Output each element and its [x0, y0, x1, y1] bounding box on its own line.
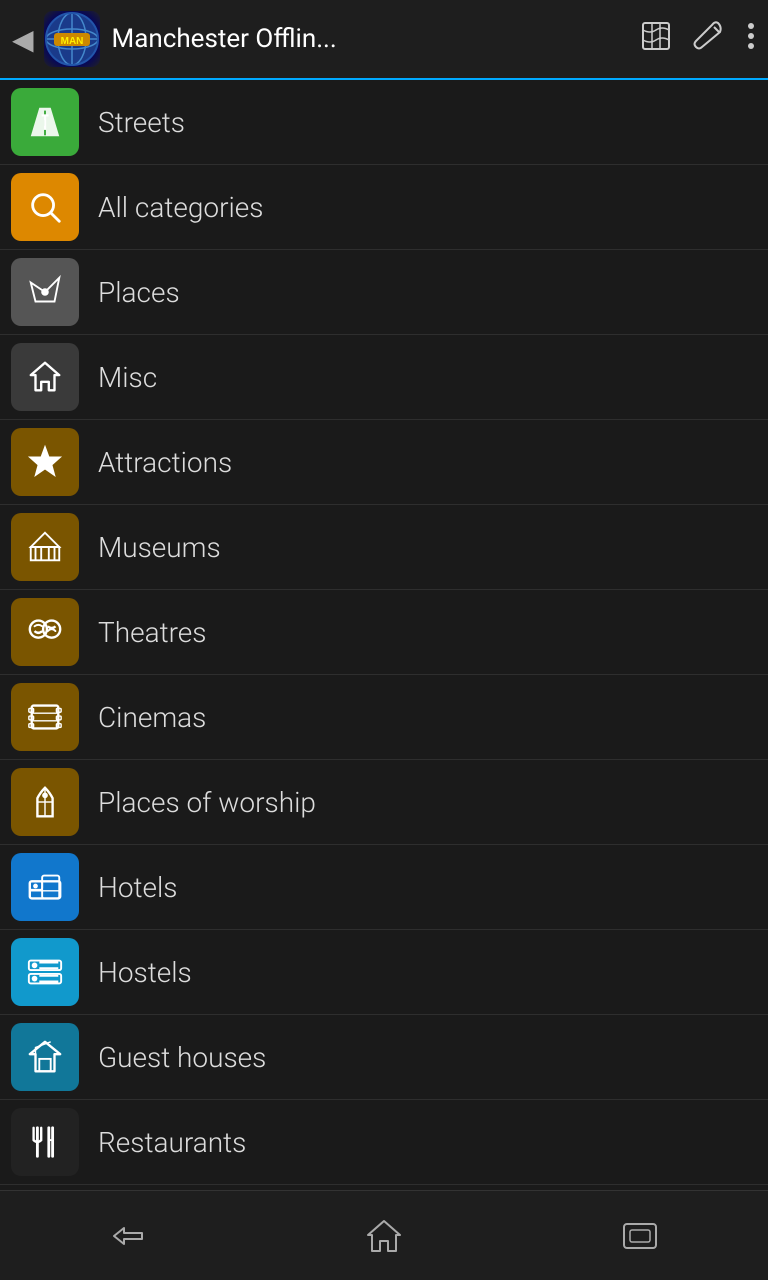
hotel-icon-wrap [0, 845, 90, 930]
more-options-icon[interactable] [746, 21, 756, 58]
menu-item-label-theatres: Theatres [98, 616, 206, 649]
theatre-icon [11, 598, 79, 666]
nav-recent-button[interactable] [600, 1206, 680, 1266]
menu-item-label-streets: Streets [98, 106, 185, 139]
top-bar: ◀ MAN Manchester Offlin... [0, 0, 768, 80]
film-icon [11, 683, 79, 751]
menu-item-cinemas[interactable]: Cinemas [0, 675, 768, 760]
menu-item-label-places: Places [98, 276, 180, 309]
menu-item-label-misc: Misc [98, 361, 157, 394]
worship-icon-wrap [0, 760, 90, 845]
wrench-icon[interactable] [692, 19, 726, 60]
bottom-nav [0, 1190, 768, 1280]
places-icon [11, 258, 79, 326]
hostel-icon [11, 938, 79, 1006]
theatre-icon-wrap [0, 590, 90, 675]
menu-item-hostels[interactable]: Hostels [0, 930, 768, 1015]
places-icon-wrap [0, 250, 90, 335]
svg-text:⊺: ⊺ [40, 112, 51, 135]
hotel-icon [11, 853, 79, 921]
menu-item-label-worship: Places of worship [98, 786, 316, 819]
restaurant-icon [11, 1108, 79, 1176]
map-icon[interactable] [640, 20, 672, 59]
search-icon-wrap [0, 165, 90, 250]
star-icon-wrap [0, 420, 90, 505]
menu-item-places[interactable]: Places [0, 250, 768, 335]
back-arrow-icon[interactable]: ◀ [12, 23, 34, 56]
top-icons [640, 19, 756, 60]
menu-item-label-all_categories: All categories [98, 191, 263, 224]
menu-item-all_categories[interactable]: All categories [0, 165, 768, 250]
menu-item-label-restaurants: Restaurants [98, 1126, 246, 1159]
menu-list: ⊺ Streets All categories Places [0, 80, 768, 1190]
guesthouse-icon-wrap [0, 1015, 90, 1100]
house-icon-wrap [0, 335, 90, 420]
menu-item-label-hostels: Hostels [98, 956, 192, 989]
globe-icon: MAN [44, 11, 100, 67]
nav-back-button[interactable] [88, 1206, 168, 1266]
hostel-icon-wrap [0, 930, 90, 1015]
app-title: Manchester Offlin... [112, 24, 640, 54]
menu-item-attractions[interactable]: Attractions [0, 420, 768, 505]
menu-item-guesthouses[interactable]: Guest houses [0, 1015, 768, 1100]
menu-item-label-guesthouses: Guest houses [98, 1041, 266, 1074]
guesthouse-icon [11, 1023, 79, 1091]
road-icon-wrap: ⊺ [0, 80, 90, 165]
menu-item-hotels[interactable]: Hotels [0, 845, 768, 930]
museum-icon-wrap [0, 505, 90, 590]
menu-item-theatres[interactable]: Theatres [0, 590, 768, 675]
nav-home-button[interactable] [344, 1206, 424, 1266]
menu-item-worship[interactable]: Places of worship [0, 760, 768, 845]
menu-item-museums[interactable]: Museums [0, 505, 768, 590]
menu-item-label-museums: Museums [98, 531, 221, 564]
road-icon: ⊺ [11, 88, 79, 156]
menu-item-streets[interactable]: ⊺ Streets [0, 80, 768, 165]
svg-text:MAN: MAN [60, 36, 83, 47]
worship-icon [11, 768, 79, 836]
house-icon [11, 343, 79, 411]
menu-item-misc[interactable]: Misc [0, 335, 768, 420]
star-icon [11, 428, 79, 496]
film-icon-wrap [0, 675, 90, 760]
restaurant-icon-wrap [0, 1100, 90, 1185]
app-logo: MAN [44, 11, 100, 67]
menu-item-label-hotels: Hotels [98, 871, 178, 904]
search-icon [11, 173, 79, 241]
museum-icon [11, 513, 79, 581]
menu-item-label-cinemas: Cinemas [98, 701, 206, 734]
menu-item-label-attractions: Attractions [98, 446, 232, 479]
menu-item-restaurants[interactable]: Restaurants [0, 1100, 768, 1185]
